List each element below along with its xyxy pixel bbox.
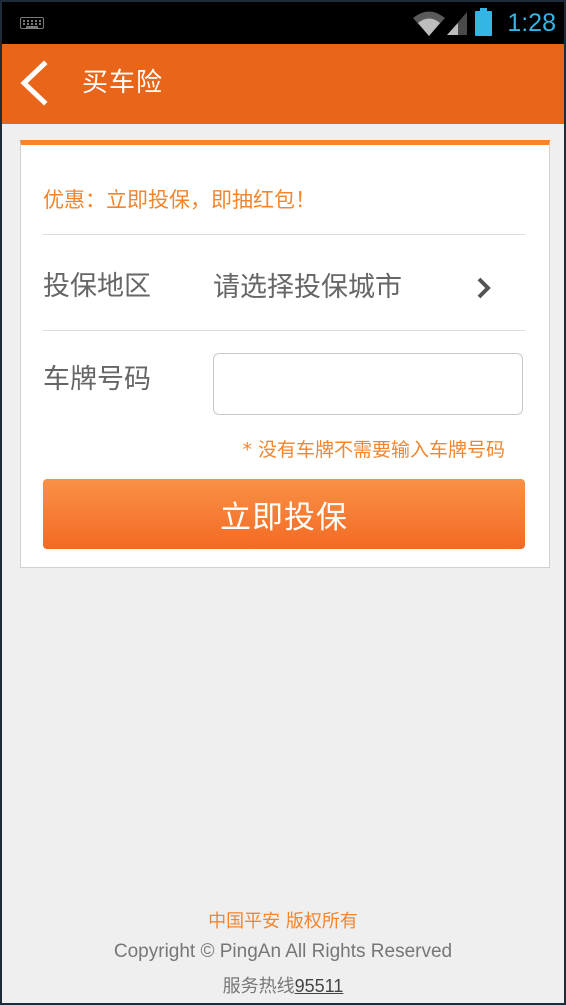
signal-icon [447,12,467,35]
region-label: 投保地区 [43,271,151,302]
battery-icon [475,8,492,36]
footer: 中国平安 版权所有 Copyright © PingAn All Rights … [2,907,564,1002]
footer-copyright: Copyright © PingAn All Rights Reserved [113,941,453,962]
footer-brand: 中国平安 版权所有 [208,911,358,932]
plate-note: * 没有车牌不需要输入车牌号码 [242,439,505,461]
chevron-right-icon [477,277,491,299]
chevron-left-icon[interactable] [16,60,52,106]
keyboard-icon [20,17,44,29]
wifi-icon [413,11,445,36]
hotline-number-link[interactable]: 95511 [295,976,344,996]
status-clock: 1:28 [507,9,556,37]
page-title: 买车险 [82,68,164,98]
promo-text: 优惠：立即投保，即抽红包！ [43,188,316,212]
divider [43,330,525,331]
plate-number-input[interactable] [213,353,523,415]
plate-label: 车牌号码 [43,364,151,395]
city-select[interactable]: 请选择投保城市 [213,262,523,314]
status-bar: 1:28 [2,2,564,44]
footer-hotline: 服务热线95511 [2,971,564,1002]
hotline-label: 服务热线 [222,976,295,997]
app-header: 买车险 [2,44,564,124]
city-select-value: 请选择投保城市 [213,272,402,303]
submit-insure-button[interactable]: 立即投保 [43,479,525,549]
divider [43,234,525,235]
insurance-form-card: 优惠：立即投保，即抽红包！ 投保地区 请选择投保城市 车牌号码 * 没有车牌不需… [20,140,550,568]
